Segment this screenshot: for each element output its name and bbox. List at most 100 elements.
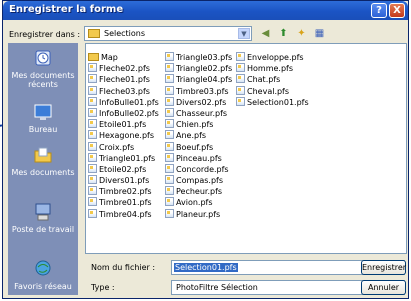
file-name: Enveloppe.pfs [247, 53, 304, 62]
file-item[interactable]: Chien.pfs [165, 119, 232, 130]
file-name: InfoBulle02.pfs [99, 108, 159, 118]
place-desktop[interactable]: Bureau [8, 101, 78, 134]
filename-value: Selection01.pfs [174, 263, 238, 272]
file-name: Compas.pfs [176, 176, 224, 186]
file-name: Fleche02.pfs [99, 64, 150, 74]
file-name: Chasseur.pfs [176, 108, 228, 118]
file-item[interactable]: Map [88, 52, 159, 63]
pfs-file-icon [88, 119, 97, 129]
dialog-title: Enregistrer la forme [9, 4, 124, 15]
filetype-value: PhotoFiltre Sélection [176, 283, 258, 292]
file-name: Timbre04.pfs [99, 209, 152, 219]
file-name: Ane.pfs [176, 131, 207, 141]
file-item[interactable]: Triangle04.pfs [165, 74, 232, 85]
place-recent[interactable]: Mes documents récents [8, 47, 78, 89]
file-item[interactable]: Cheval.pfs [236, 85, 309, 97]
title-bar[interactable]: Enregistrer la forme ? X [3, 1, 408, 20]
my-computer-icon [35, 203, 51, 221]
file-item[interactable]: Timbre01.pfs [88, 197, 159, 208]
place-label-recent: Mes documents récents [11, 71, 75, 89]
pfs-file-icon [165, 107, 174, 117]
file-name: Fleche01.pfs [99, 75, 150, 85]
new-folder-icon[interactable]: ✦ [295, 27, 308, 40]
file-item[interactable]: Concorde.pfs [165, 163, 232, 175]
file-name: Triangle04.pfs [176, 75, 233, 85]
file-item[interactable]: Fleche02.pfs [88, 63, 159, 74]
place-network[interactable]: Favoris réseau [8, 258, 78, 291]
file-item[interactable]: InfoBulle01.pfs [88, 96, 159, 108]
file-item[interactable]: Planeur.pfs [165, 208, 232, 220]
file-name: Hexagone.pfs [99, 131, 155, 141]
file-item[interactable]: Triangle02.pfs [165, 63, 232, 74]
pfs-file-icon [165, 130, 174, 140]
pfs-file-icon [236, 74, 245, 84]
save-button[interactable]: Enregistrer [361, 260, 406, 275]
file-item[interactable]: Divers02.pfs [165, 96, 232, 108]
file-item[interactable]: Hexagone.pfs [88, 130, 159, 141]
file-item[interactable]: Etoile02.pfs [88, 163, 159, 175]
close-button[interactable]: X [389, 3, 405, 18]
file-item[interactable]: Triangle03.pfs [165, 52, 232, 63]
file-name: Pecheur.pfs [176, 187, 223, 197]
file-item[interactable]: Timbre04.pfs [88, 208, 159, 220]
pfs-file-icon [88, 85, 97, 95]
file-name: Timbre03.pfs [176, 86, 229, 96]
pfs-file-icon [236, 52, 245, 61]
file-name: Etoile01.pfs [99, 120, 147, 130]
file-item[interactable]: Boeuf.pfs [165, 141, 232, 153]
help-button[interactable]: ? [371, 3, 387, 18]
file-item[interactable]: Pecheur.pfs [165, 186, 232, 197]
desktop-icon [34, 104, 52, 120]
file-name: Fleche03.pfs [99, 86, 150, 96]
folder-icon [88, 53, 99, 61]
file-name: Planeur.pfs [176, 209, 221, 219]
place-my-documents[interactable]: Mes documents [8, 144, 78, 177]
file-name: Chien.pfs [176, 120, 214, 130]
file-item[interactable]: Avion.pfs [165, 197, 232, 208]
up-folder-icon[interactable]: ⬆ [277, 27, 290, 40]
chevron-down-icon[interactable]: ▼ [238, 28, 250, 39]
file-list[interactable]: Map Fleche02.pfs Fleche01.pfs Fleche03.pfs I… [85, 43, 407, 254]
file-name: Croix.pfs [99, 142, 135, 152]
file-name: Triangle03.pfs [176, 53, 233, 62]
pfs-file-icon [88, 152, 97, 162]
file-item[interactable]: Fleche01.pfs [88, 74, 159, 85]
file-item[interactable]: Selection01.pfs [236, 96, 309, 108]
file-name: Chat.pfs [247, 75, 281, 85]
cancel-button[interactable]: Annuler [361, 280, 406, 295]
file-item[interactable]: InfoBulle02.pfs [88, 107, 159, 119]
place-my-computer[interactable]: Poste de travail [8, 201, 78, 234]
file-item[interactable]: Timbre02.pfs [88, 186, 159, 197]
back-icon[interactable]: ◀ [259, 27, 272, 40]
file-name: Triangle02.pfs [176, 64, 233, 74]
file-name: Pinceau.pfs [176, 153, 222, 163]
file-item[interactable]: Chat.pfs [236, 74, 309, 85]
file-item[interactable]: Chasseur.pfs [165, 107, 232, 119]
file-item[interactable]: Fleche03.pfs [88, 85, 159, 97]
place-label-network: Favoris réseau [14, 282, 72, 291]
pfs-file-icon [165, 85, 174, 95]
file-item[interactable]: Enveloppe.pfs [236, 52, 309, 63]
my-documents-icon [34, 147, 52, 163]
file-item[interactable]: Etoile01.pfs [88, 119, 159, 130]
file-item[interactable]: Croix.pfs [88, 141, 159, 153]
file-item[interactable]: Ane.pfs [165, 130, 232, 141]
file-name: Etoile02.pfs [99, 164, 147, 174]
view-menu-icon[interactable]: ▦ [313, 27, 326, 40]
network-places-icon [35, 260, 51, 276]
file-name: InfoBulle01.pfs [99, 97, 159, 107]
file-name: Concorde.pfs [176, 164, 229, 174]
file-item[interactable]: Homme.pfs [236, 63, 309, 74]
file-item[interactable]: Pinceau.pfs [165, 152, 232, 164]
places-bar: Mes documents récents Bureau Mes documen… [8, 43, 78, 295]
file-item[interactable]: Triangle01.pfs [88, 152, 159, 164]
pfs-file-icon [88, 96, 97, 106]
pfs-file-icon [236, 85, 245, 95]
folder-icon [88, 29, 100, 38]
place-label-my-documents: Mes documents [11, 168, 75, 177]
file-item[interactable]: Compas.pfs [165, 175, 232, 186]
save-in-select[interactable]: Selections ▼ [84, 26, 252, 41]
file-item[interactable]: Timbre03.pfs [165, 85, 232, 97]
save-in-value: Selections [104, 29, 146, 38]
file-item[interactable]: Divers01.pfs [88, 175, 159, 186]
